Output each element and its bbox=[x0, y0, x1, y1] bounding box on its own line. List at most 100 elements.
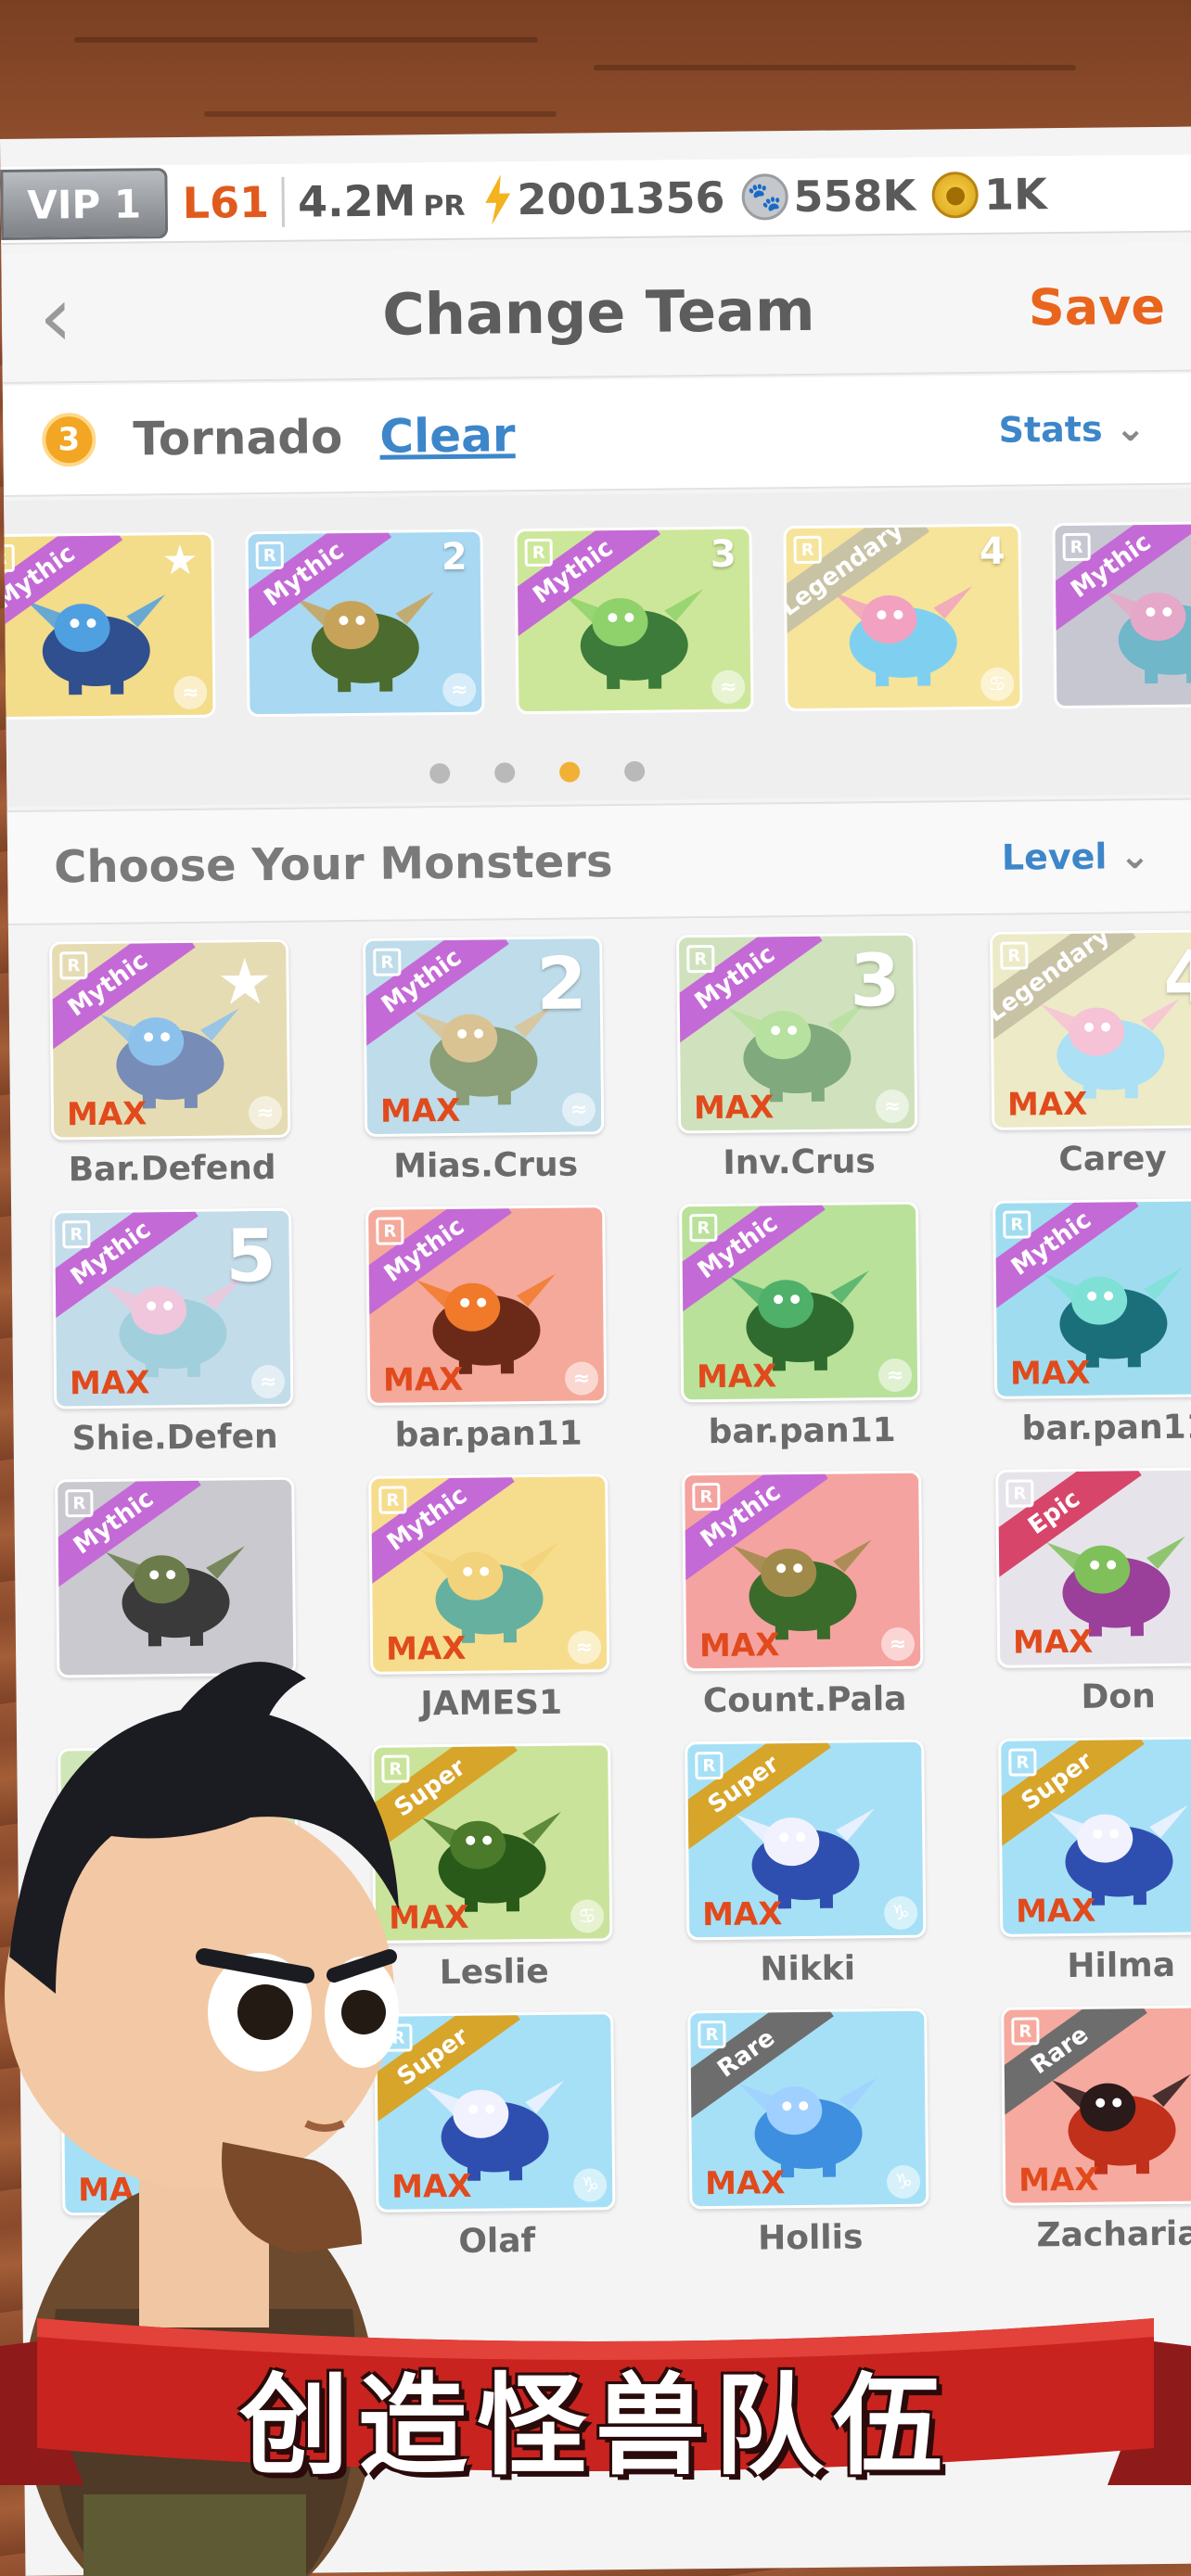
max-level-label: MAX bbox=[698, 1626, 780, 1665]
max-level-label: MAX bbox=[1006, 1085, 1088, 1124]
vip-badge[interactable]: VIP 1 bbox=[0, 168, 169, 240]
monster-list-item[interactable]: Mythic R MAX ≈ Count.Pala bbox=[682, 1470, 926, 1733]
monster-card[interactable]: Super R MAX bbox=[998, 1736, 1191, 1937]
max-level-label: MAX bbox=[379, 1091, 461, 1130]
gold-currency[interactable]: ● 1K bbox=[931, 169, 1048, 220]
level-sort-button[interactable]: Level ⌄ bbox=[1002, 835, 1159, 879]
monster-card[interactable]: Mythic R ★ MAX ≈ bbox=[49, 938, 291, 1141]
paw-icon: 🐾 bbox=[741, 173, 788, 221]
monster-list-item[interactable]: Rare R MAX Zacharial bbox=[1001, 2005, 1191, 2267]
r-badge-icon: R bbox=[373, 948, 402, 976]
element-icon: ≈ bbox=[442, 672, 477, 708]
chevron-down-icon: ⌄ bbox=[1114, 407, 1146, 451]
pager-dot[interactable] bbox=[494, 762, 516, 784]
monster-card[interactable]: Legendary R 4 MAX bbox=[990, 929, 1191, 1130]
element-icon: ♑ bbox=[883, 1895, 918, 1931]
element-icon: ≈ bbox=[173, 675, 208, 710]
monster-list-item[interactable]: Mythic R 5 MAX ≈ Shie.Defen bbox=[52, 1207, 296, 1471]
monster-list-item[interactable]: Epic R MAX Don bbox=[995, 1467, 1191, 1729]
team-slot-card[interactable]: Mythic R 2 ≈ bbox=[245, 529, 485, 718]
monster-list-item[interactable]: Super R MAX Hilma bbox=[998, 1736, 1191, 1998]
team-slot-card[interactable]: Mythic R ★ ≈ bbox=[0, 531, 216, 721]
element-icon: ♋ bbox=[570, 1899, 605, 1933]
element-icon: ≈ bbox=[880, 1626, 916, 1662]
save-button[interactable]: Save bbox=[1028, 276, 1165, 337]
team-name[interactable]: Tornado bbox=[133, 410, 343, 465]
team-slots-carousel[interactable]: Mythic R ★ ≈ Mythic R 2 ≈ Mythic R 3 ≈ Legendary R… bbox=[0, 488, 1191, 807]
team-slot-card[interactable]: Mythic R 3 ≈ bbox=[514, 526, 754, 715]
slot-number: 4 bbox=[979, 529, 1005, 573]
r-badge-icon: R bbox=[255, 541, 284, 570]
r-badge-icon: R bbox=[59, 951, 88, 980]
monster-name: Zacharial bbox=[1036, 2214, 1191, 2255]
monster-card[interactable]: Mythic R MAX ≈ bbox=[682, 1470, 924, 1672]
element-icon: ≈ bbox=[564, 1361, 599, 1396]
team-number-badge: 3 bbox=[42, 412, 96, 467]
gold-value: 1K bbox=[983, 169, 1048, 220]
r-badge-icon: R bbox=[692, 1482, 721, 1511]
monster-card[interactable]: Mythic R 2 MAX ≈ bbox=[363, 936, 605, 1137]
clear-button[interactable]: Clear bbox=[379, 408, 516, 464]
monster-list-item[interactable]: Mythic R ★ MAX ≈ Bar.Defend bbox=[49, 938, 293, 1202]
monster-list-item[interactable]: Legendary R 4 MAX Carey bbox=[990, 929, 1191, 1192]
max-level-label: MAX bbox=[701, 1895, 783, 1934]
monster-list-item[interactable]: Rare R MAX ♑ Hollis bbox=[687, 2008, 931, 2271]
r-badge-icon: R bbox=[1008, 1748, 1037, 1777]
page-title: Change Team bbox=[381, 275, 815, 349]
team-slot-card[interactable]: Mythic R bbox=[1052, 520, 1191, 709]
monster-card[interactable]: Mythic R MAX bbox=[992, 1198, 1191, 1399]
monster-list-item[interactable]: Mythic R MAX bar.pan11 bbox=[992, 1198, 1191, 1460]
r-badge-icon: R bbox=[695, 1751, 724, 1780]
r-badge-icon: R bbox=[793, 535, 822, 565]
monster-card[interactable]: Mythic R 3 MAX ≈ bbox=[676, 932, 918, 1134]
monster-list-item[interactable]: Super R MAX ♑ Nikki bbox=[685, 1739, 928, 2002]
r-badge-icon: R bbox=[524, 538, 553, 567]
slot-number: 4 bbox=[1162, 936, 1191, 1020]
element-icon: ≈ bbox=[248, 1095, 283, 1130]
monster-name: Hilma bbox=[1067, 1945, 1176, 1986]
r-badge-icon: R bbox=[65, 1489, 94, 1518]
pager-dot[interactable] bbox=[624, 760, 646, 782]
r-badge-icon: R bbox=[686, 944, 715, 974]
monster-name: Mias.Crus bbox=[393, 1145, 579, 1186]
slot-number: 3 bbox=[849, 938, 902, 1024]
monster-list-item[interactable]: Mythic R 3 MAX ≈ Inv.Crus bbox=[676, 932, 920, 1195]
max-level-label: MAX bbox=[382, 1360, 464, 1399]
divider bbox=[281, 176, 286, 227]
element-icon: ♑ bbox=[886, 2164, 921, 2200]
paw-currency[interactable]: 🐾 558K bbox=[741, 171, 916, 223]
monster-card[interactable]: Rare R MAX bbox=[1001, 2005, 1191, 2206]
slot-number: 2 bbox=[535, 942, 588, 1027]
power-rating: 4.2M PR bbox=[297, 175, 466, 227]
back-chevron-icon[interactable]: ‹ bbox=[38, 268, 114, 365]
leader-star-icon: ★ bbox=[161, 536, 199, 585]
monster-list-item[interactable]: Mythic R MAX ≈ bar.pan11 bbox=[365, 1205, 609, 1467]
r-badge-icon: R bbox=[698, 2020, 726, 2049]
status-bar: VIP 1 L61 4.2M PR 2001356 🐾 558K ● 1K bbox=[0, 154, 1191, 245]
monster-card[interactable]: Epic R MAX bbox=[995, 1467, 1191, 1668]
pager-dot[interactable] bbox=[429, 762, 451, 784]
leader-star-icon: ★ bbox=[216, 945, 274, 1020]
banner-caption: 创造怪兽队伍 bbox=[238, 2362, 952, 2490]
monster-name: bar.pan11 bbox=[394, 1414, 583, 1455]
max-level-label: MAX bbox=[69, 1364, 150, 1403]
pager-dot[interactable] bbox=[559, 761, 581, 783]
element-icon: ♑ bbox=[572, 2168, 608, 2202]
monster-list-item[interactable]: Mythic R 2 MAX ≈ Mias.Crus bbox=[363, 936, 607, 1198]
monster-card[interactable]: Super R MAX ♑ bbox=[685, 1739, 927, 1941]
element-icon: ≈ bbox=[561, 1092, 596, 1127]
monster-card[interactable]: Mythic R MAX ≈ bbox=[679, 1201, 921, 1403]
r-badge-icon: R bbox=[1011, 2017, 1040, 2046]
monster-card[interactable]: Mythic R MAX ≈ bbox=[365, 1205, 608, 1406]
team-slot-card[interactable]: Legendary R 4 ♋ bbox=[783, 523, 1023, 712]
monster-card[interactable]: Rare R MAX ♑ bbox=[687, 2008, 929, 2210]
stats-sort-button[interactable]: Stats ⌄ bbox=[998, 407, 1153, 452]
lightning-icon bbox=[484, 174, 510, 225]
max-level-label: MAX bbox=[1018, 2161, 1099, 2200]
monster-card[interactable]: Mythic R 5 MAX ≈ bbox=[52, 1207, 294, 1409]
energy-counter[interactable]: 2001356 bbox=[481, 172, 725, 225]
monster-list-item[interactable]: Mythic R MAX ≈ bar.pan11 bbox=[679, 1201, 923, 1464]
max-level-label: MAX bbox=[693, 1089, 775, 1128]
max-level-label: MAX bbox=[1012, 1623, 1094, 1662]
element-icon: ≈ bbox=[877, 1358, 913, 1393]
